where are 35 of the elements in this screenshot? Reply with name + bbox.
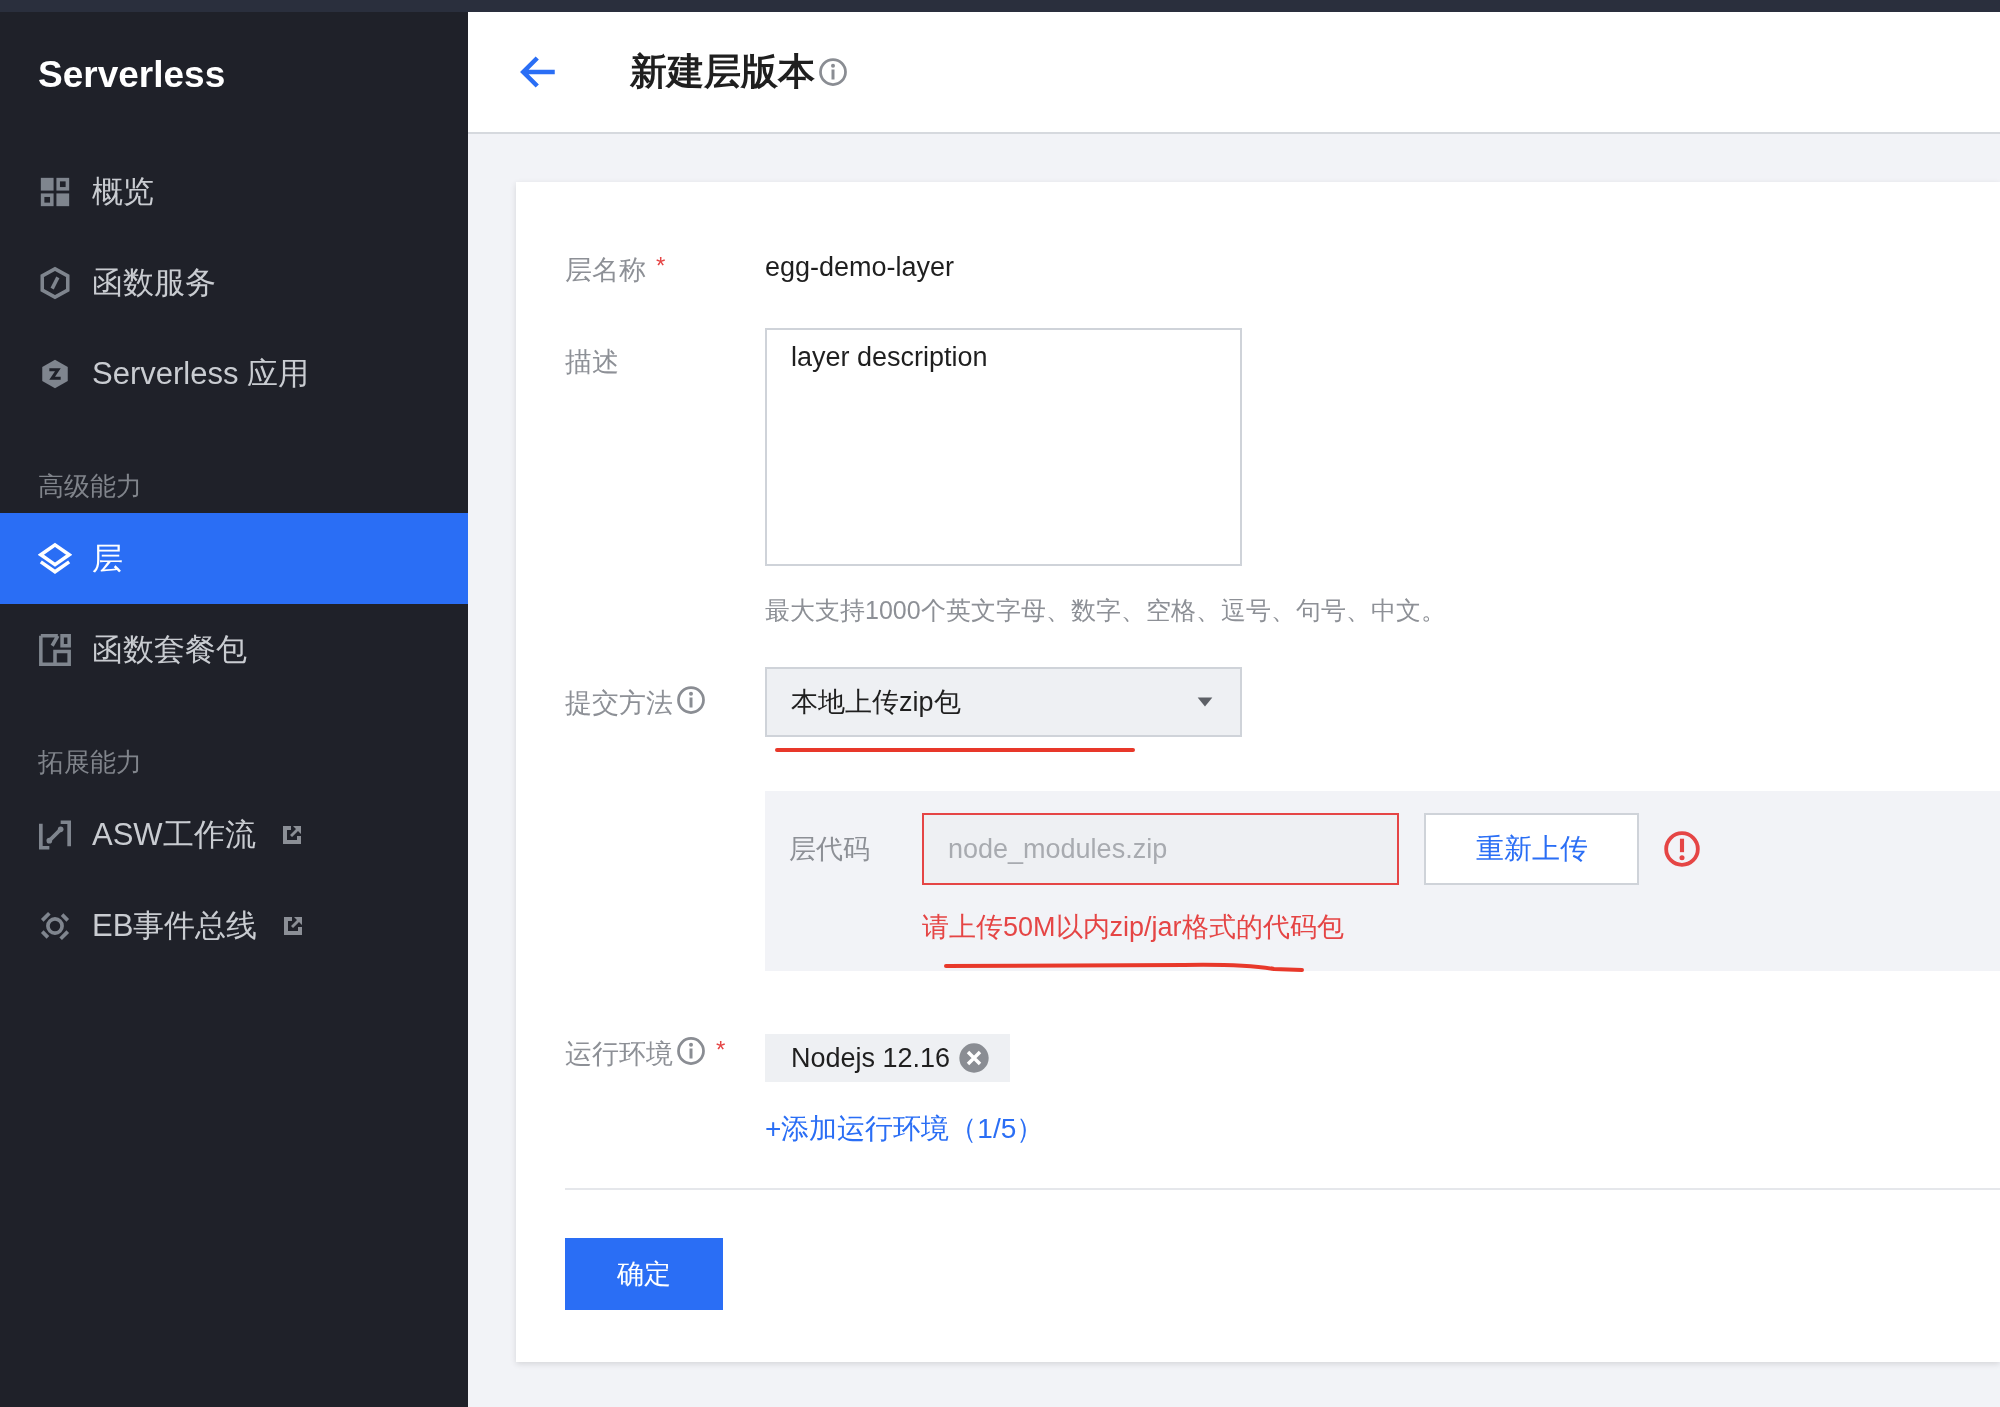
page-title: 新建层版本 (630, 50, 815, 94)
add-runtime-link[interactable]: +添加运行环境（1/5） (765, 1110, 1045, 1148)
hexagon-icon (38, 265, 72, 300)
nav-item[interactable]: 函数套餐包 (0, 604, 468, 695)
remove-button[interactable] (958, 1042, 991, 1074)
runtime-tag: Nodejs 12.16 (765, 1034, 1011, 1082)
field-label: 层名称 (565, 254, 646, 287)
workflow-icon (38, 817, 72, 852)
field-label: 描述 (565, 346, 619, 379)
nav-item[interactable]: 概览 (0, 146, 468, 237)
nav-item[interactable]: EB事件总线 (0, 880, 468, 971)
nav-item[interactable]: ASW工作流 (0, 789, 468, 880)
hint-text: 最大支持1000个英文字母、数字、空格、逗号、句号、中文。 (765, 595, 1446, 626)
reupload-button[interactable]: 重新上传 (1424, 813, 1639, 885)
required-mark: * (656, 252, 666, 280)
info-icon (818, 57, 848, 87)
field-value: egg-demo-layer (765, 251, 955, 283)
file-name-field[interactable]: node_modules.zip (922, 813, 1399, 885)
field-label: 运行环境 (565, 1038, 673, 1071)
error-icon (1663, 830, 1701, 868)
error-message: 请上传50M以内zip/jar格式的代码包 (922, 911, 1345, 944)
section-label: 拓展能力 (37, 746, 143, 779)
nav-item[interactable]: Serverless 应用 (0, 328, 468, 419)
package-icon (38, 632, 72, 667)
field-label: 层代码 (789, 833, 870, 866)
confirm-button[interactable]: 确定 (565, 1238, 723, 1310)
nav-item[interactable]: 层 (0, 513, 468, 604)
description-field[interactable]: layer description (765, 328, 1242, 566)
required-mark: * (716, 1036, 726, 1064)
dropdown-field[interactable]: 本地上传zip包 (765, 667, 1242, 737)
nav-item[interactable]: 函数服务 (0, 237, 468, 328)
section-label: 高级能力 (37, 470, 143, 503)
layers-icon (38, 541, 72, 576)
product-title: Serverless (37, 54, 227, 96)
field-label: 提交方法 (565, 687, 673, 720)
